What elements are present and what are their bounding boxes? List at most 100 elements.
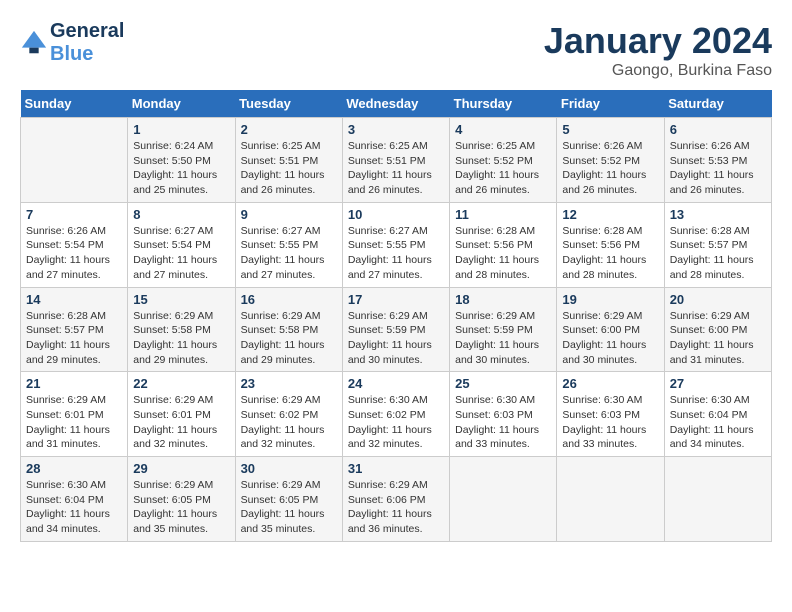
- calendar-cell: 3 Sunrise: 6:25 AMSunset: 5:51 PMDaylight…: [342, 118, 449, 203]
- day-detail: Sunrise: 6:29 AMSunset: 6:05 PMDaylight:…: [133, 478, 229, 537]
- calendar-table: SundayMondayTuesdayWednesdayThursdayFrid…: [20, 90, 772, 542]
- day-detail: Sunrise: 6:29 AMSunset: 5:58 PMDaylight:…: [133, 309, 229, 368]
- logo-icon: [20, 29, 48, 57]
- day-number: 21: [26, 376, 122, 391]
- day-detail: Sunrise: 6:26 AMSunset: 5:53 PMDaylight:…: [670, 139, 766, 198]
- day-detail: Sunrise: 6:30 AMSunset: 6:03 PMDaylight:…: [562, 393, 658, 452]
- day-detail: Sunrise: 6:29 AMSunset: 6:01 PMDaylight:…: [26, 393, 122, 452]
- day-detail: Sunrise: 6:24 AMSunset: 5:50 PMDaylight:…: [133, 139, 229, 198]
- day-detail: Sunrise: 6:29 AMSunset: 6:00 PMDaylight:…: [670, 309, 766, 368]
- calendar-cell: 4 Sunrise: 6:25 AMSunset: 5:52 PMDaylight…: [450, 118, 557, 203]
- day-detail: Sunrise: 6:28 AMSunset: 5:57 PMDaylight:…: [670, 224, 766, 283]
- day-number: 19: [562, 292, 658, 307]
- calendar-cell: 24 Sunrise: 6:30 AMSunset: 6:02 PMDayligh…: [342, 372, 449, 457]
- calendar-cell: 21 Sunrise: 6:29 AMSunset: 6:01 PMDayligh…: [21, 372, 128, 457]
- calendar-cell: 13 Sunrise: 6:28 AMSunset: 5:57 PMDayligh…: [664, 202, 771, 287]
- day-number: 17: [348, 292, 444, 307]
- day-detail: Sunrise: 6:25 AMSunset: 5:51 PMDaylight:…: [348, 139, 444, 198]
- day-number: 6: [670, 122, 766, 137]
- day-detail: Sunrise: 6:29 AMSunset: 6:01 PMDaylight:…: [133, 393, 229, 452]
- day-number: 27: [670, 376, 766, 391]
- day-detail: Sunrise: 6:28 AMSunset: 5:56 PMDaylight:…: [562, 224, 658, 283]
- day-number: 22: [133, 376, 229, 391]
- calendar-cell: 10Sunrise: 6:27 AMSunset: 5:55 PMDayligh…: [342, 202, 449, 287]
- day-detail: Sunrise: 6:29 AMSunset: 6:00 PMDaylight:…: [562, 309, 658, 368]
- calendar-cell: 31Sunrise: 6:29 AMSunset: 6:06 PMDayligh…: [342, 457, 449, 542]
- day-detail: Sunrise: 6:26 AMSunset: 5:54 PMDaylight:…: [26, 224, 122, 283]
- day-number: 18: [455, 292, 551, 307]
- day-detail: Sunrise: 6:25 AMSunset: 5:52 PMDaylight:…: [455, 139, 551, 198]
- calendar-week-row: 1 Sunrise: 6:24 AMSunset: 5:50 PMDaylight…: [21, 118, 772, 203]
- day-number: 4: [455, 122, 551, 137]
- calendar-cell: 18 Sunrise: 6:29 AMSunset: 5:59 PMDayligh…: [450, 287, 557, 372]
- calendar-cell: 15 Sunrise: 6:29 AMSunset: 5:58 PMDayligh…: [128, 287, 235, 372]
- day-number: 11: [455, 207, 551, 222]
- calendar-week-row: 28Sunrise: 6:30 AMSunset: 6:04 PMDayligh…: [21, 457, 772, 542]
- day-number: 24: [348, 376, 444, 391]
- day-number: 1: [133, 122, 229, 137]
- weekday-header: Thursday: [450, 90, 557, 118]
- calendar-cell: 8 Sunrise: 6:27 AMSunset: 5:54 PMDaylight…: [128, 202, 235, 287]
- calendar-cell: 19 Sunrise: 6:29 AMSunset: 6:00 PMDayligh…: [557, 287, 664, 372]
- day-number: 23: [241, 376, 337, 391]
- weekday-header: Monday: [128, 90, 235, 118]
- calendar-cell: 28Sunrise: 6:30 AMSunset: 6:04 PMDayligh…: [21, 457, 128, 542]
- day-number: 30: [241, 461, 337, 476]
- day-detail: Sunrise: 6:29 AMSunset: 6:05 PMDaylight:…: [241, 478, 337, 537]
- calendar-body: 1 Sunrise: 6:24 AMSunset: 5:50 PMDaylight…: [21, 118, 772, 542]
- calendar-cell: 30 Sunrise: 6:29 AMSunset: 6:05 PMDayligh…: [235, 457, 342, 542]
- day-number: 28: [26, 461, 122, 476]
- day-detail: Sunrise: 6:26 AMSunset: 5:52 PMDaylight:…: [562, 139, 658, 198]
- title-block: January 2024 Gaongo, Burkina Faso: [544, 20, 772, 80]
- calendar-cell: 17Sunrise: 6:29 AMSunset: 5:59 PMDayligh…: [342, 287, 449, 372]
- day-number: 13: [670, 207, 766, 222]
- calendar-cell: 1 Sunrise: 6:24 AMSunset: 5:50 PMDaylight…: [128, 118, 235, 203]
- calendar-cell: [21, 118, 128, 203]
- day-detail: Sunrise: 6:29 AMSunset: 5:58 PMDaylight:…: [241, 309, 337, 368]
- calendar-cell: 5 Sunrise: 6:26 AMSunset: 5:52 PMDaylight…: [557, 118, 664, 203]
- weekday-header: Wednesday: [342, 90, 449, 118]
- calendar-week-row: 14Sunrise: 6:28 AMSunset: 5:57 PMDayligh…: [21, 287, 772, 372]
- day-detail: Sunrise: 6:29 AMSunset: 5:59 PMDaylight:…: [455, 309, 551, 368]
- weekday-header: Sunday: [21, 90, 128, 118]
- calendar-cell: 7 Sunrise: 6:26 AMSunset: 5:54 PMDaylight…: [21, 202, 128, 287]
- calendar-cell: 29Sunrise: 6:29 AMSunset: 6:05 PMDayligh…: [128, 457, 235, 542]
- calendar-cell: 14Sunrise: 6:28 AMSunset: 5:57 PMDayligh…: [21, 287, 128, 372]
- calendar-cell: 9 Sunrise: 6:27 AMSunset: 5:55 PMDaylight…: [235, 202, 342, 287]
- day-detail: Sunrise: 6:27 AMSunset: 5:54 PMDaylight:…: [133, 224, 229, 283]
- calendar-week-row: 7 Sunrise: 6:26 AMSunset: 5:54 PMDaylight…: [21, 202, 772, 287]
- day-detail: Sunrise: 6:27 AMSunset: 5:55 PMDaylight:…: [241, 224, 337, 283]
- day-number: 14: [26, 292, 122, 307]
- day-number: 16: [241, 292, 337, 307]
- calendar-cell: 11 Sunrise: 6:28 AMSunset: 5:56 PMDayligh…: [450, 202, 557, 287]
- calendar-cell: 12Sunrise: 6:28 AMSunset: 5:56 PMDayligh…: [557, 202, 664, 287]
- calendar-cell: 6 Sunrise: 6:26 AMSunset: 5:53 PMDaylight…: [664, 118, 771, 203]
- sub-title: Gaongo, Burkina Faso: [544, 62, 772, 80]
- calendar-cell: 16 Sunrise: 6:29 AMSunset: 5:58 PMDayligh…: [235, 287, 342, 372]
- day-number: 9: [241, 207, 337, 222]
- calendar-cell: [557, 457, 664, 542]
- calendar-cell: 27 Sunrise: 6:30 AMSunset: 6:04 PMDayligh…: [664, 372, 771, 457]
- day-detail: Sunrise: 6:30 AMSunset: 6:04 PMDaylight:…: [670, 393, 766, 452]
- day-detail: Sunrise: 6:25 AMSunset: 5:51 PMDaylight:…: [241, 139, 337, 198]
- day-detail: Sunrise: 6:28 AMSunset: 5:56 PMDaylight:…: [455, 224, 551, 283]
- day-number: 7: [26, 207, 122, 222]
- calendar-header-row: SundayMondayTuesdayWednesdayThursdayFrid…: [21, 90, 772, 118]
- logo: General Blue: [20, 20, 124, 66]
- weekday-header: Friday: [557, 90, 664, 118]
- day-number: 26: [562, 376, 658, 391]
- day-detail: Sunrise: 6:29 AMSunset: 6:06 PMDaylight:…: [348, 478, 444, 537]
- day-number: 15: [133, 292, 229, 307]
- day-detail: Sunrise: 6:30 AMSunset: 6:02 PMDaylight:…: [348, 393, 444, 452]
- day-number: 5: [562, 122, 658, 137]
- main-title: January 2024: [544, 20, 772, 62]
- weekday-header: Tuesday: [235, 90, 342, 118]
- page-header: General Blue January 2024 Gaongo, Burkin…: [20, 20, 772, 80]
- day-number: 20: [670, 292, 766, 307]
- calendar-cell: 20 Sunrise: 6:29 AMSunset: 6:00 PMDayligh…: [664, 287, 771, 372]
- day-number: 8: [133, 207, 229, 222]
- day-number: 3: [348, 122, 444, 137]
- day-number: 10: [348, 207, 444, 222]
- weekday-header: Saturday: [664, 90, 771, 118]
- calendar-cell: 2Sunrise: 6:25 AMSunset: 5:51 PMDaylight…: [235, 118, 342, 203]
